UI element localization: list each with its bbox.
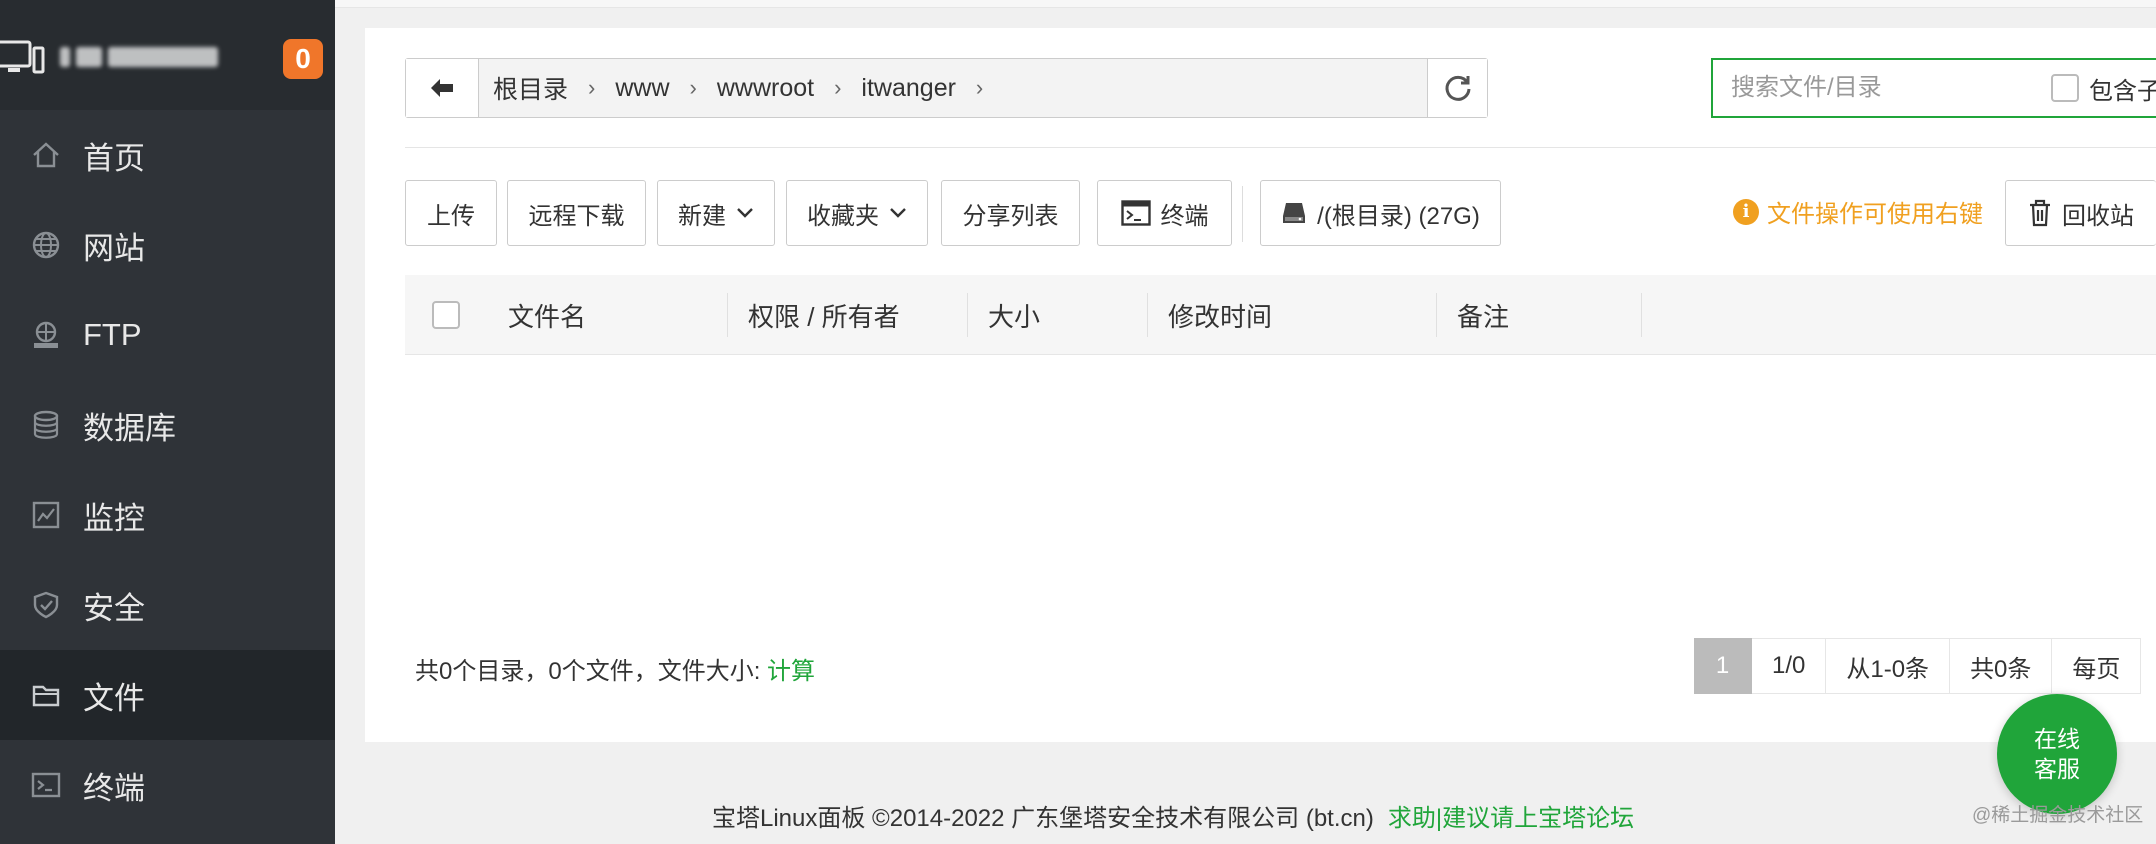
watermark: @稀土掘金技术社区 bbox=[1972, 805, 2144, 826]
online-support-button[interactable]: 在线 客服 bbox=[1997, 694, 2117, 814]
breadcrumb-item[interactable]: itwanger › bbox=[861, 74, 1003, 103]
monitor-chart-icon bbox=[30, 499, 62, 531]
database-icon bbox=[30, 409, 62, 441]
right-click-tip: i 文件操作可使用右键 bbox=[1733, 194, 1983, 229]
sidebar-item-monitor[interactable]: 监控 bbox=[0, 470, 335, 560]
toolbar-divider bbox=[1242, 186, 1243, 242]
terminal-icon bbox=[1120, 200, 1151, 226]
trash-icon bbox=[2030, 199, 2050, 227]
calculate-size-link[interactable]: 计算 bbox=[767, 658, 815, 685]
info-icon: i bbox=[1733, 198, 1759, 225]
search-input[interactable] bbox=[1729, 73, 2043, 103]
per-page-label[interactable]: 每页 bbox=[2052, 638, 2142, 694]
page-total: 共0条 bbox=[1950, 638, 2053, 694]
hard-drive-icon bbox=[1283, 203, 1306, 223]
breadcrumb-item[interactable]: www › bbox=[615, 74, 717, 103]
footer-copyright: 宝塔Linux面板 ©2014-2022 广东堡塔安全技术有限公司 (bt.cn… bbox=[712, 805, 1374, 832]
forum-help-link[interactable]: 求助|建议请上宝塔论坛 bbox=[1388, 805, 1634, 832]
divider bbox=[405, 147, 2156, 148]
sidebar-item-label: 监控 bbox=[83, 500, 145, 536]
favorites-dropdown-button[interactable]: 收藏夹 bbox=[786, 180, 928, 246]
terminal-button[interactable]: 终端 bbox=[1097, 180, 1232, 246]
breadcrumb: 根目录 › www › wwwroot › itwanger › bbox=[479, 59, 1427, 117]
chevron-right-icon: › bbox=[834, 75, 842, 100]
file-table-header: 文件名 权限 / 所有者 大小 修改时间 备注 bbox=[405, 275, 2156, 355]
server-header: 0 bbox=[0, 0, 335, 110]
column-header-note[interactable]: 备注 bbox=[1457, 275, 1509, 355]
sidebar-item-security[interactable]: 安全 bbox=[0, 560, 335, 650]
column-header-modified[interactable]: 修改时间 bbox=[1168, 275, 1272, 355]
chevron-down-icon bbox=[890, 208, 906, 218]
refresh-button[interactable] bbox=[1427, 59, 1487, 117]
new-dropdown-button[interactable]: 新建 bbox=[657, 180, 775, 246]
recycle-bin-button[interactable]: 回收站 bbox=[2005, 180, 2156, 246]
sidebar-item-label: 首页 bbox=[83, 140, 145, 176]
footer: 宝塔Linux面板 ©2014-2022 广东堡塔安全技术有限公司 (bt.cn… bbox=[335, 790, 2156, 844]
sidebar-item-ftp[interactable]: FTP bbox=[0, 290, 335, 380]
home-icon bbox=[30, 139, 62, 171]
server-name-redacted bbox=[60, 44, 245, 70]
sidebar: 0 首页 网站 FTP 数据库 监控 安全 文件 终端 bbox=[0, 0, 335, 844]
sidebar-item-label: 网站 bbox=[83, 230, 145, 266]
path-bar: 根目录 › www › wwwroot › itwanger › bbox=[405, 58, 1488, 118]
column-separator bbox=[1436, 293, 1437, 337]
column-header-size[interactable]: 大小 bbox=[988, 275, 1040, 355]
column-header-filename[interactable]: 文件名 bbox=[508, 275, 586, 355]
search-box: 包含子目录 bbox=[1711, 58, 2156, 118]
sidebar-item-database[interactable]: 数据库 bbox=[0, 380, 335, 470]
sidebar-item-files[interactable]: 文件 bbox=[0, 650, 335, 740]
chevron-down-icon bbox=[737, 208, 753, 218]
sidebar-item-label: 安全 bbox=[83, 590, 145, 626]
file-manager-panel: 根目录› www› wwwroot› itwanger› 包含子目录 上传 远程… bbox=[365, 28, 2156, 742]
sidebar-item-label: FTP bbox=[83, 317, 142, 352]
refresh-icon bbox=[1445, 75, 1470, 101]
disk-selector-button[interactable]: /(根目录) (27G) bbox=[1260, 180, 1501, 246]
terminal-icon bbox=[30, 769, 62, 801]
arrow-left-icon bbox=[431, 79, 453, 97]
upload-button[interactable]: 上传 bbox=[405, 180, 497, 246]
sidebar-item-website[interactable]: 网站 bbox=[0, 200, 335, 290]
file-summary: 共0个目录，0个文件，文件大小: 计算 bbox=[415, 658, 816, 685]
column-header-permission[interactable]: 权限 / 所有者 bbox=[748, 275, 900, 355]
share-list-button[interactable]: 分享列表 bbox=[941, 180, 1080, 246]
chevron-right-icon: › bbox=[588, 75, 596, 100]
remote-download-button[interactable]: 远程下载 bbox=[507, 180, 646, 246]
page-current[interactable]: 1 bbox=[1694, 638, 1752, 694]
notification-badge[interactable]: 0 bbox=[283, 39, 323, 79]
server-icon bbox=[0, 40, 45, 74]
back-button[interactable] bbox=[406, 59, 479, 117]
page-count: 1/0 bbox=[1752, 638, 1827, 694]
breadcrumb-item[interactable]: 根目录 › bbox=[493, 70, 615, 106]
include-subdir-option[interactable]: 包含子目录 bbox=[2051, 71, 2156, 106]
ftp-icon bbox=[30, 319, 62, 351]
sidebar-item-label: 终端 bbox=[83, 770, 145, 806]
column-separator bbox=[967, 293, 968, 337]
sidebar-item-label: 文件 bbox=[83, 680, 145, 716]
column-separator bbox=[1641, 293, 1642, 337]
shield-icon bbox=[30, 589, 62, 621]
sidebar-item-terminal[interactable]: 终端 bbox=[0, 740, 335, 830]
pagination: 1 1/0 从1-0条 共0条 每页 bbox=[1694, 638, 2142, 694]
column-separator bbox=[1147, 293, 1148, 337]
column-separator bbox=[727, 293, 728, 337]
chevron-right-icon: › bbox=[689, 75, 697, 100]
sidebar-item-home[interactable]: 首页 bbox=[0, 110, 335, 200]
globe-icon bbox=[30, 229, 62, 261]
chevron-right-icon: › bbox=[975, 75, 984, 100]
breadcrumb-item[interactable]: wwwroot › bbox=[717, 74, 862, 103]
top-strip bbox=[335, 0, 2156, 8]
include-subdir-checkbox[interactable] bbox=[2051, 74, 2079, 102]
select-all-checkbox[interactable] bbox=[432, 301, 460, 329]
sidebar-item-label: 数据库 bbox=[83, 410, 176, 446]
include-subdir-label: 包含子目录 bbox=[2089, 77, 2156, 105]
page-range: 从1-0条 bbox=[1826, 638, 1951, 694]
folder-icon bbox=[30, 679, 62, 711]
